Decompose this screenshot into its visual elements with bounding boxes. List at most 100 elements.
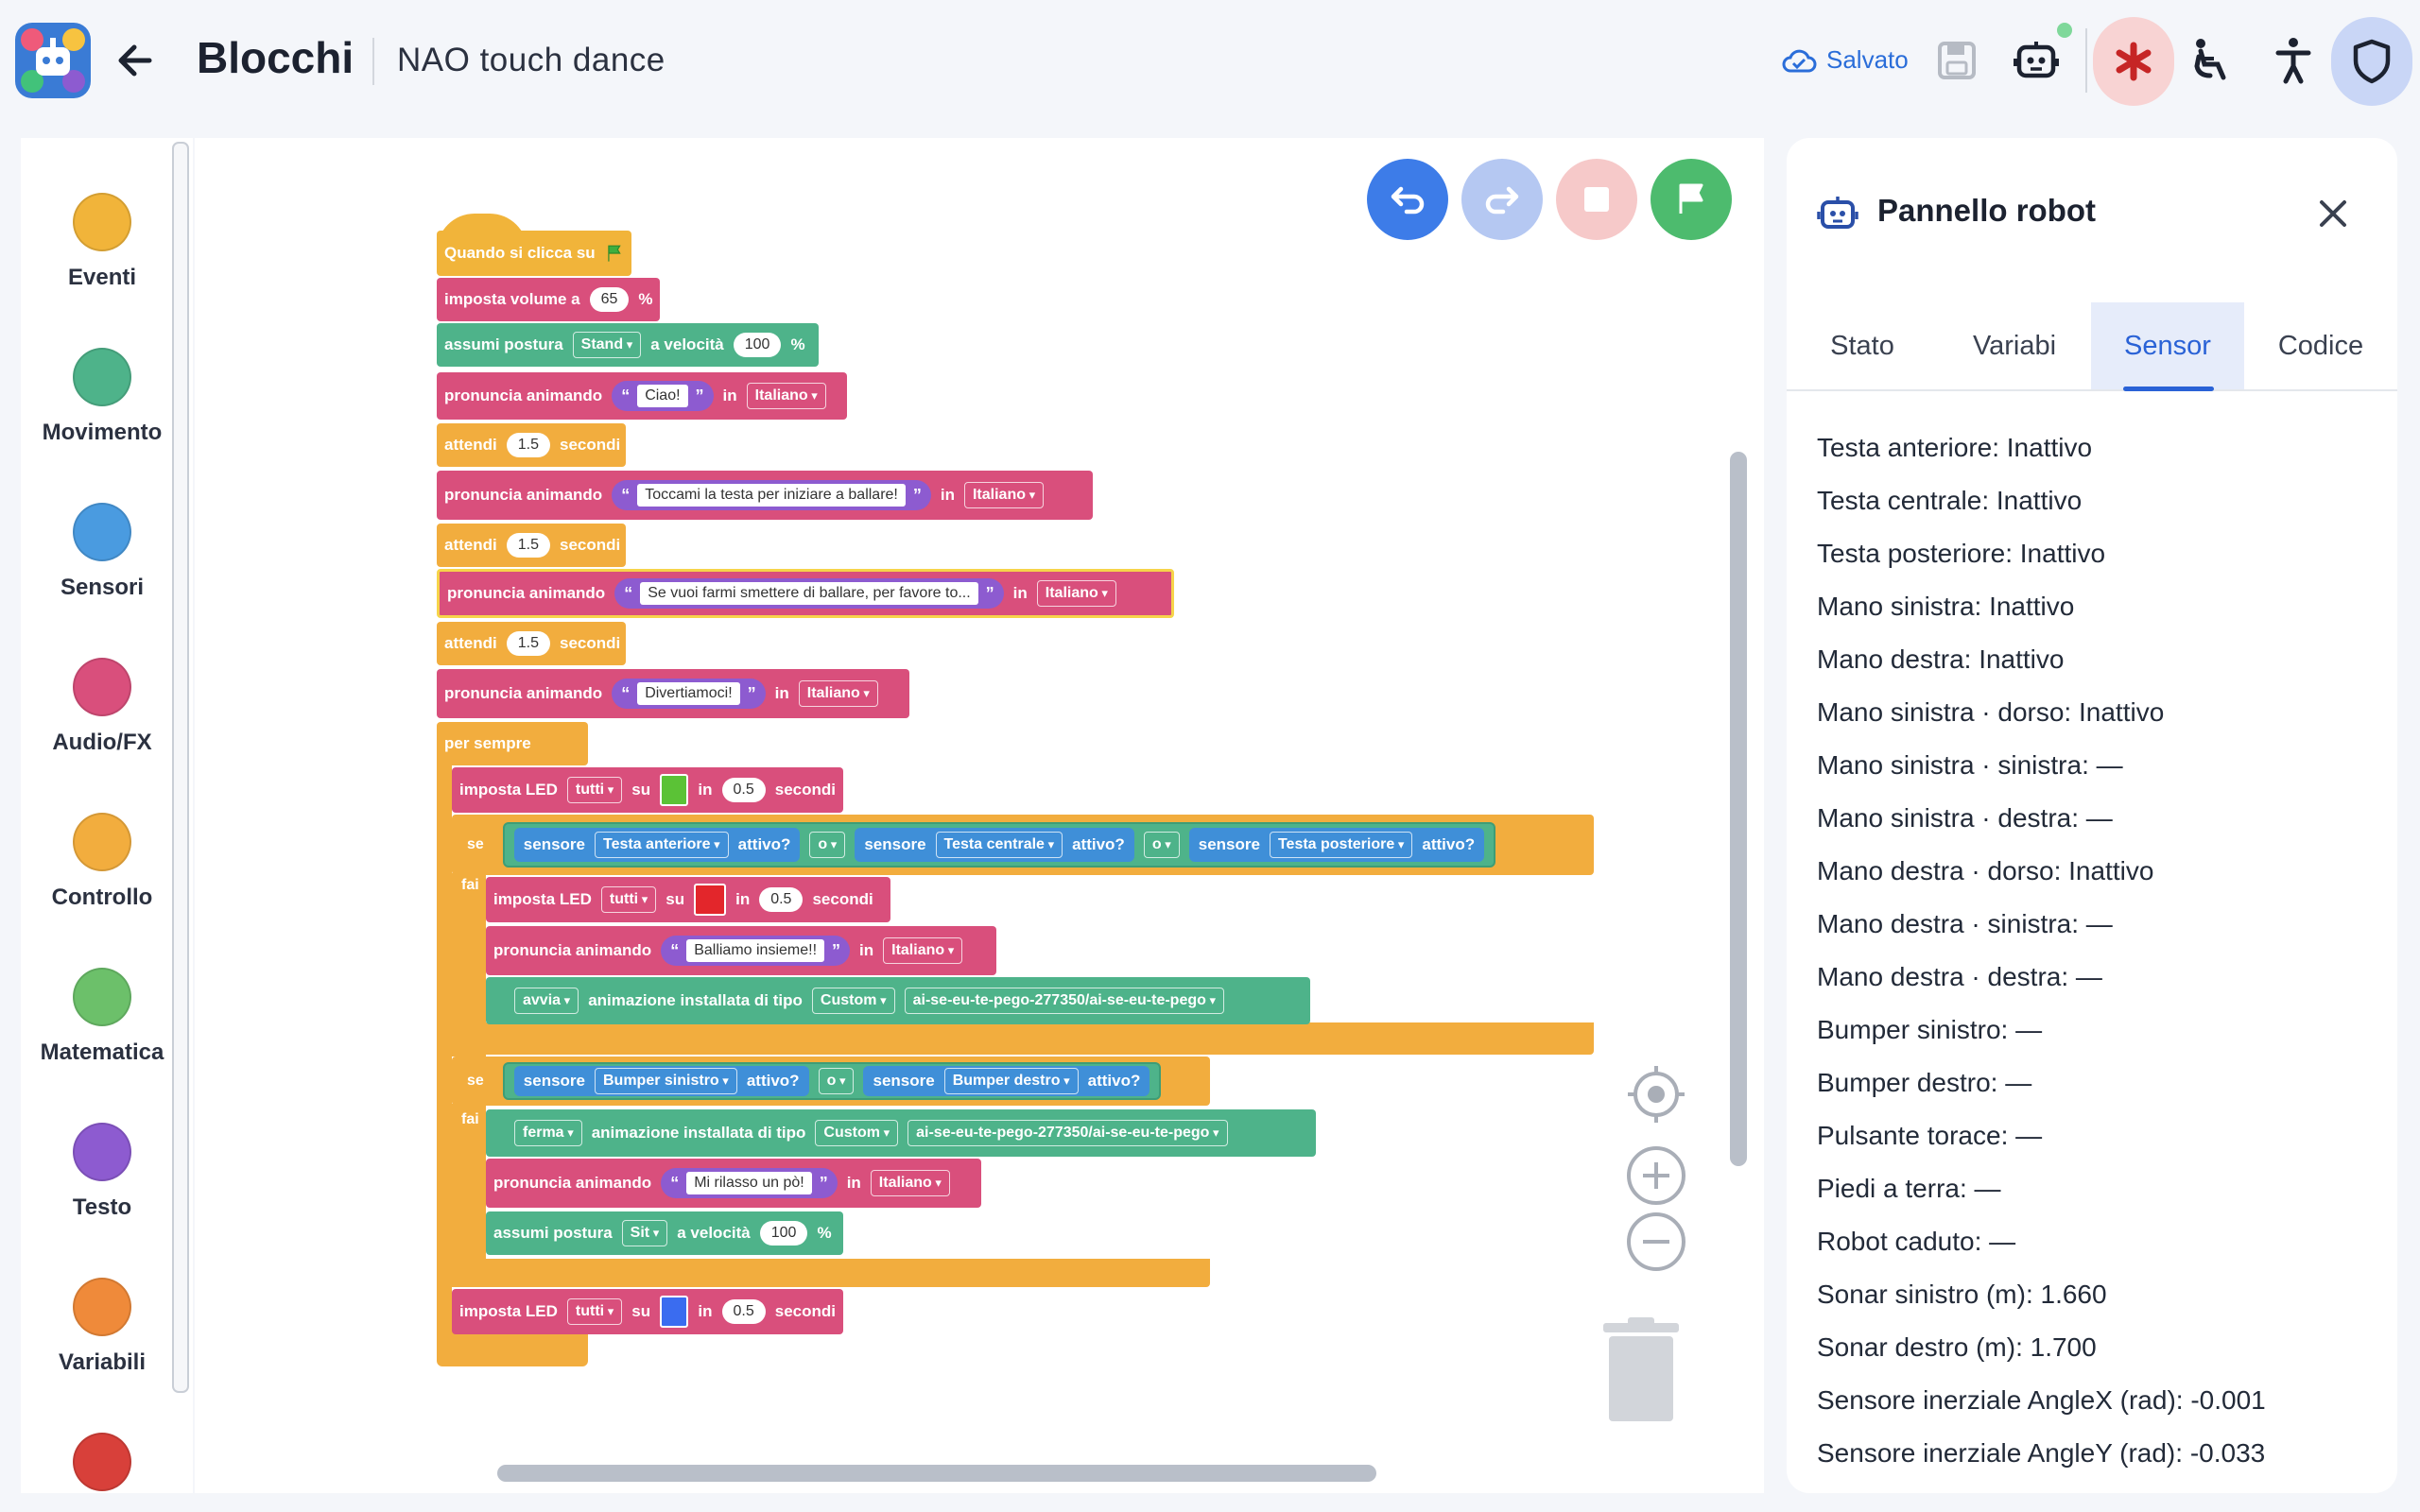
language-dropdown[interactable]: Italiano	[870, 1170, 950, 1196]
text-value[interactable]: Ciao!	[637, 385, 688, 407]
category-more[interactable]	[21, 1433, 183, 1491]
redo-button[interactable]	[1461, 159, 1543, 240]
sensor-check[interactable]: sensore Testa anteriore attivo?	[513, 828, 801, 862]
run-button[interactable]	[1651, 159, 1732, 240]
recenter-button[interactable]	[1626, 1064, 1686, 1125]
sensor-dropdown[interactable]: Bumper sinistro	[595, 1068, 737, 1094]
workspace-horizontal-scrollbar[interactable]	[497, 1465, 1376, 1482]
posture-block[interactable]: assumi postura Stand a velocità 100 %	[437, 323, 819, 367]
language-dropdown[interactable]: Italiano	[963, 482, 1045, 508]
say-block[interactable]: pronuncia animando “ Ciao! ” in Italiano	[437, 372, 847, 420]
category-sensors[interactable]: Sensori	[21, 503, 183, 601]
text-value[interactable]: Se vuoi farmi smettere di ballare, per f…	[640, 582, 978, 605]
or-dropdown[interactable]: o	[1143, 832, 1180, 858]
if-block[interactable]: se sensore Testa anteriore attivo? o sen…	[452, 815, 1594, 875]
led-color-picker[interactable]	[660, 774, 689, 806]
led-target-dropdown[interactable]: tutti	[566, 1298, 623, 1325]
language-dropdown[interactable]: Italiano	[798, 680, 878, 707]
stop-animation-block[interactable]: ferma animazione installata di tipo Cust…	[486, 1109, 1316, 1157]
sensor-check[interactable]: sensore Bumper sinistro attivo?	[513, 1066, 809, 1096]
trash-button[interactable]	[1601, 1317, 1681, 1423]
category-variables[interactable]: Variabili	[21, 1278, 183, 1376]
say-block[interactable]: pronuncia animando “ Mi rilasso un pò! ” i…	[486, 1159, 981, 1208]
text-value[interactable]: Mi rilasso un pò!	[686, 1172, 812, 1194]
text-input[interactable]: “ Toccami la testa per iniziare a ballare…	[612, 480, 931, 510]
set-led-block[interactable]: imposta LED tutti su in 0.5 secondi	[452, 1289, 843, 1334]
led-time-input[interactable]: 0.5	[721, 778, 766, 802]
set-led-block[interactable]: imposta LED tutti su in 0.5 secondi	[452, 767, 843, 813]
sensor-dropdown[interactable]: Bumper destro	[943, 1068, 1079, 1094]
say-block[interactable]: pronuncia animando “ Toccami la testa per…	[437, 471, 1093, 520]
text-value[interactable]: Balliamo insieme!!	[686, 939, 825, 962]
set-volume-block[interactable]: imposta volume a 65 %	[437, 278, 660, 321]
sensor-dropdown[interactable]: Testa posteriore	[1269, 832, 1413, 858]
project-name[interactable]: NAO touch dance	[397, 42, 666, 79]
category-math[interactable]: Matematica	[21, 968, 183, 1066]
text-input[interactable]: “ Mi rilasso un pò! ”	[661, 1168, 838, 1198]
sensor-check[interactable]: sensore Bumper destro attivo?	[863, 1066, 1150, 1096]
volume-input[interactable]: 65	[589, 287, 630, 312]
led-color-picker[interactable]	[660, 1296, 689, 1328]
led-time-input[interactable]: 0.5	[759, 887, 804, 912]
accessibility-button[interactable]	[2267, 34, 2320, 87]
led-target-dropdown[interactable]: tutti	[566, 777, 623, 803]
wait-input[interactable]: 1.5	[506, 433, 550, 457]
tab-state[interactable]: Stato	[1787, 302, 1938, 389]
text-input[interactable]: “ Se vuoi farmi smettere di ballare, per …	[614, 578, 1004, 609]
if-block[interactable]: se sensore Bumper sinistro attivo? o sen…	[452, 1057, 1210, 1106]
or-dropdown[interactable]: o	[818, 1068, 855, 1094]
speed-input[interactable]: 100	[733, 333, 782, 357]
tab-variables[interactable]: Variabi	[1938, 302, 2091, 389]
language-dropdown[interactable]: Italiano	[883, 937, 963, 964]
zoom-out-button[interactable]	[1626, 1211, 1686, 1272]
close-panel-button[interactable]	[2314, 195, 2352, 232]
sensor-dropdown[interactable]: Testa centrale	[935, 832, 1063, 858]
posture-dropdown[interactable]: Stand	[572, 332, 642, 358]
category-control[interactable]: Controllo	[21, 813, 183, 911]
workspace-vertical-scrollbar[interactable]	[1730, 452, 1747, 1166]
wheelchair-button[interactable]	[2186, 34, 2238, 87]
wait-input[interactable]: 1.5	[506, 533, 550, 558]
or-dropdown[interactable]: o	[809, 832, 846, 858]
animation-type-dropdown[interactable]: Custom	[811, 988, 895, 1014]
language-dropdown[interactable]: Italiano	[1036, 580, 1116, 607]
app-logo[interactable]	[15, 23, 91, 98]
stop-button[interactable]	[1556, 159, 1637, 240]
text-value[interactable]: Divertiamoci!	[637, 682, 740, 705]
tab-sensors[interactable]: Sensor	[2091, 302, 2244, 391]
wait-block[interactable]: attendi 1.5 secondi	[437, 622, 626, 665]
text-input[interactable]: “ Ciao! ”	[612, 381, 714, 411]
say-block-selected[interactable]: pronuncia animando “ Se vuoi farmi smette…	[437, 569, 1174, 618]
text-input[interactable]: “ Balliamo insieme!! ”	[661, 936, 851, 966]
animation-name-dropdown[interactable]: ai-se-eu-te-pego-277350/ai-se-eu-te-pego	[908, 1120, 1228, 1146]
shield-button[interactable]	[2331, 17, 2412, 106]
wait-block[interactable]: attendi 1.5 secondi	[437, 423, 626, 467]
animation-name-dropdown[interactable]: ai-se-eu-te-pego-277350/ai-se-eu-te-pego	[904, 988, 1225, 1014]
say-block[interactable]: pronuncia animando “ Divertiamoci! ” in It…	[437, 669, 909, 718]
sensor-dropdown[interactable]: Testa anteriore	[595, 832, 729, 858]
back-button[interactable]	[115, 36, 157, 85]
save-button[interactable]	[1930, 34, 1983, 87]
category-events[interactable]: Eventi	[21, 193, 183, 291]
led-time-input[interactable]: 0.5	[721, 1299, 766, 1324]
tab-code[interactable]: Codice	[2244, 302, 2397, 389]
wait-block[interactable]: attendi 1.5 secondi	[437, 524, 626, 567]
led-color-picker[interactable]	[694, 884, 727, 916]
category-text[interactable]: Testo	[21, 1123, 183, 1221]
text-input[interactable]: “ Divertiamoci! ”	[612, 679, 766, 709]
animation-action-dropdown[interactable]: avvia	[514, 988, 579, 1014]
led-target-dropdown[interactable]: tutti	[600, 886, 657, 913]
posture-dropdown[interactable]: Sit	[621, 1220, 668, 1246]
sensor-condition[interactable]: sensore Testa anteriore attivo? o sensor…	[502, 822, 1496, 868]
animation-type-dropdown[interactable]: Custom	[815, 1120, 899, 1146]
animation-action-dropdown[interactable]: ferma	[514, 1120, 582, 1146]
say-block[interactable]: pronuncia animando “Balliamo insieme!!” …	[486, 926, 996, 975]
speed-input[interactable]: 100	[759, 1221, 808, 1246]
robot-connection-button[interactable]	[2010, 23, 2072, 87]
sensor-condition[interactable]: sensore Bumper sinistro attivo? o sensor…	[502, 1062, 1162, 1100]
language-dropdown[interactable]: Italiano	[746, 383, 826, 409]
category-motion[interactable]: Movimento	[21, 348, 183, 446]
sensor-check[interactable]: sensore Testa centrale attivo?	[855, 828, 1134, 862]
undo-button[interactable]	[1367, 159, 1448, 240]
start-animation-block[interactable]: avvia animazione installata di tipo Cust…	[486, 977, 1310, 1024]
